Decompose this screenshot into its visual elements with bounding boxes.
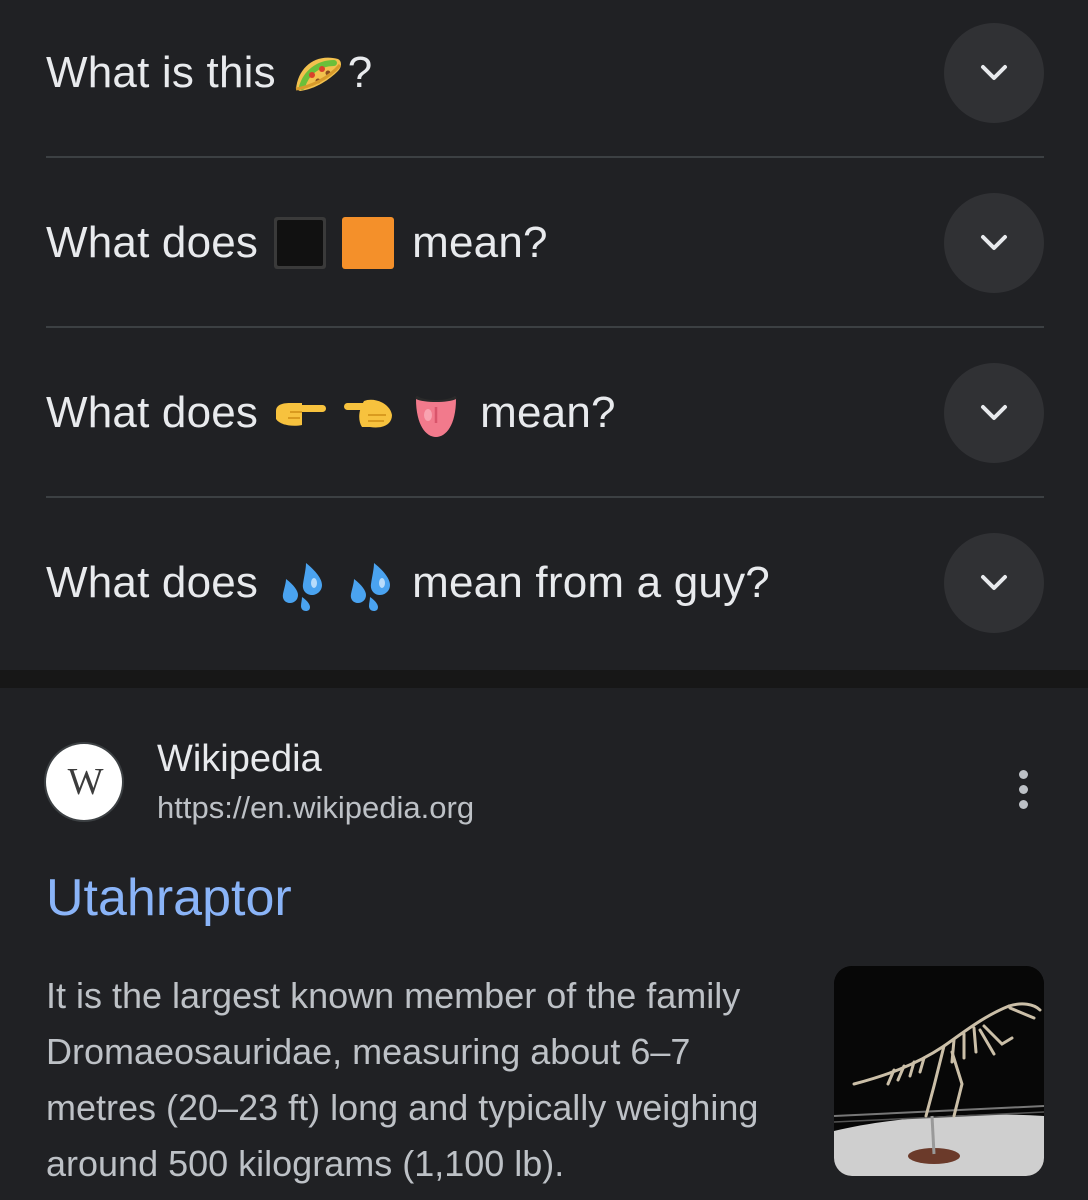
question-text[interactable]: What does mean? [46,328,616,498]
result-snippet: It is the largest known member of the fa… [46,975,759,1184]
site-name[interactable]: Wikipedia [157,738,322,781]
people-also-ask: What is this ? What does mean? What does… [0,0,1088,670]
paa-question-taco[interactable]: What is this ? [46,0,1044,158]
section-separator [0,670,1088,688]
expand-button[interactable] [944,363,1044,463]
expand-button[interactable] [944,193,1044,293]
more-options-icon[interactable] [1000,766,1046,812]
question-text[interactable]: What is this ? [46,0,372,158]
search-result: W Wikipedia https://en.wikipedia.org Uta… [0,688,1088,1200]
result-thumbnail-image[interactable] [834,966,1044,1176]
chevron-down-icon [981,575,1007,590]
site-url[interactable]: https://en.wikipedia.org [157,790,474,826]
paa-question-squares[interactable]: What does mean? [46,158,1044,328]
result-title-link[interactable]: Utahraptor [46,868,292,928]
chevron-down-icon [981,405,1007,420]
sweat-droplets-icon [340,555,396,611]
expand-button[interactable] [944,533,1044,633]
pointing-right-hand-icon [340,385,396,441]
orange-square-emoji-icon [340,215,396,271]
expand-button[interactable] [944,23,1044,123]
chevron-down-icon [981,65,1007,80]
question-text[interactable]: What does mean? [46,158,548,328]
question-text[interactable]: What does mean from a guy? [46,498,770,668]
pointing-right-hand-icon [272,385,328,441]
taco-emoji-icon [290,45,346,101]
sweat-droplets-icon [272,555,328,611]
paa-question-droplets[interactable]: What does mean from a guy? [46,498,1044,668]
black-large-square-emoji-icon [272,215,328,271]
paa-question-pointing[interactable]: What does mean? [46,328,1044,498]
chevron-down-icon [981,235,1007,250]
wikipedia-logo-icon[interactable]: W [46,744,122,820]
tongue-emoji-icon [408,385,464,441]
